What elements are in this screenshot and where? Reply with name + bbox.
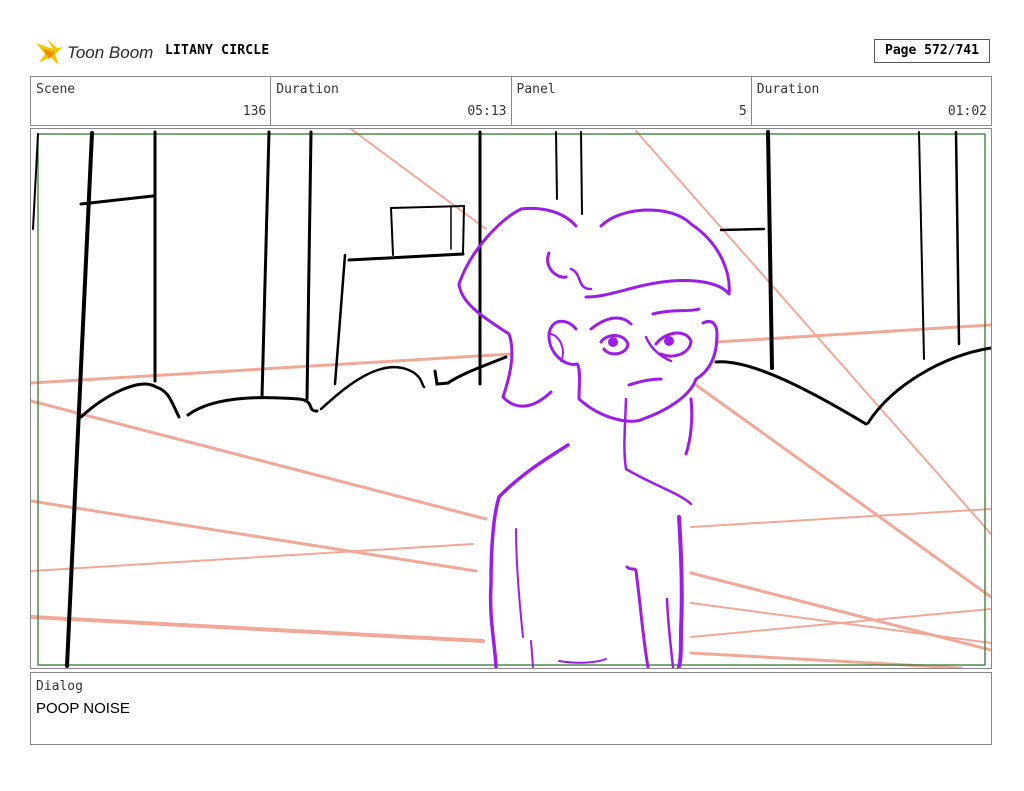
- character-sketch: [457, 206, 731, 668]
- panel-duration-label: Duration: [756, 82, 820, 97]
- scene-label: Scene: [36, 82, 76, 97]
- dialog-text: POOP NOISE: [36, 700, 130, 717]
- panel-drawing: [31, 129, 991, 668]
- dialog-box: Dialog POOP NOISE: [30, 672, 992, 745]
- storyboard-panel: [30, 128, 992, 669]
- panel-value: 5: [738, 104, 747, 119]
- perspective-guides: [31, 129, 991, 668]
- scene-cell: Scene 136: [31, 77, 272, 125]
- scene-duration-value: 05:13: [467, 104, 507, 119]
- project-title: LITANY CIRCLE: [165, 43, 270, 58]
- page-indicator: Page 572/741: [874, 39, 990, 63]
- info-row: Scene 136 Duration 05:13 Panel 5 Duratio…: [30, 76, 992, 126]
- panel-cell: Panel 5: [512, 77, 752, 125]
- scene-duration-label: Duration: [276, 82, 339, 97]
- scene-duration-cell: Duration 05:13: [271, 77, 512, 125]
- star-burst-icon: [36, 39, 63, 65]
- dialog-label: Dialog: [36, 679, 83, 694]
- panel-label: Panel: [516, 82, 556, 97]
- background-sketch: [32, 130, 991, 668]
- logo-wordmark: Toon Boom: [67, 43, 153, 62]
- panel-duration-value: 01:02: [947, 104, 987, 119]
- toon-boom-logo: Toon Boom: [33, 35, 158, 69]
- panel-duration-cell: Duration 01:02: [752, 77, 991, 125]
- scene-value: 136: [242, 104, 267, 119]
